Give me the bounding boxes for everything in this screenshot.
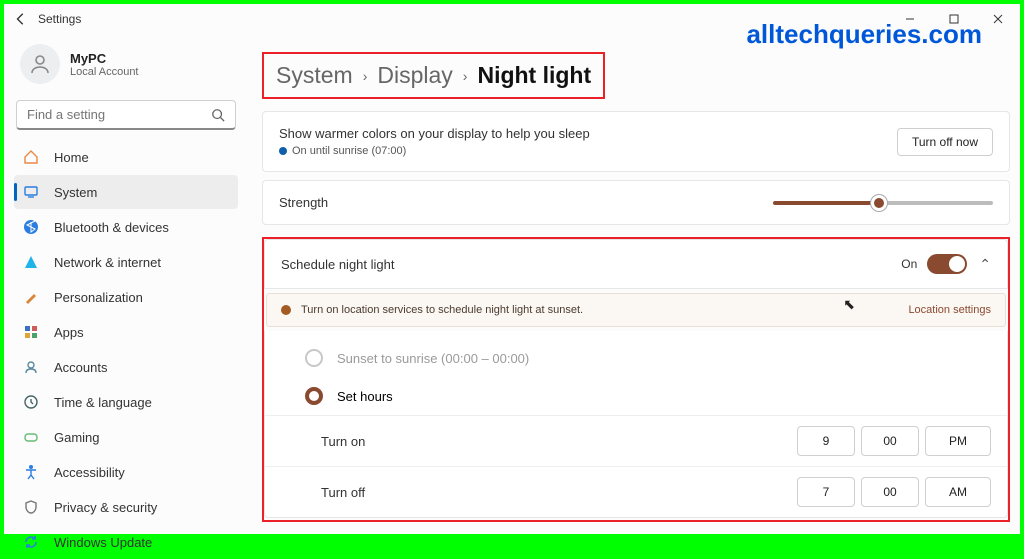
location-settings-link[interactable]: Location settings [908,304,991,316]
sidebar-item-apps[interactable]: Apps [14,315,238,349]
back-icon[interactable] [14,12,28,26]
watermark-brand: alltechqueries.com [746,19,982,50]
chevron-up-icon[interactable]: ⌃ [979,256,991,273]
radio-icon [305,349,323,367]
sidebar-item-label: Accessibility [54,465,125,480]
window-title: Settings [38,12,81,26]
radio-icon [305,387,323,405]
turn-on-minute[interactable]: 00 [861,426,919,456]
night-light-desc: Show warmer colors on your display to he… [279,126,897,141]
sidebar-item-home[interactable]: Home [14,140,238,174]
sidebar-item-label: Apps [54,325,84,340]
toggle-state-label: On [901,257,917,271]
turn-on-label: Turn on [321,434,791,449]
breadcrumb-mid[interactable]: Display [377,62,452,89]
time-icon [22,393,40,411]
breadcrumb-leaf: Night light [477,62,591,89]
bluetooth-icon [22,218,40,236]
chevron-right-icon: › [363,68,368,84]
turn-off-ampm[interactable]: AM [925,477,991,507]
sidebar-item-privacy[interactable]: Privacy & security [14,490,238,524]
turn-on-hour[interactable]: 9 [797,426,855,456]
update-icon [22,533,40,551]
sidebar-item-label: Personalization [54,290,143,305]
sidebar-item-gaming[interactable]: Gaming [14,420,238,454]
sidebar-item-label: Gaming [54,430,100,445]
sidebar-item-update[interactable]: Windows Update [14,525,238,559]
radio-sunset-label: Sunset to sunrise (00:00 – 00:00) [337,351,529,366]
slider-thumb[interactable] [871,195,887,211]
turn-off-minute[interactable]: 00 [861,477,919,507]
schedule-title: Schedule night light [281,257,901,272]
sidebar-item-network[interactable]: Network & internet [14,245,238,279]
banner-text: Turn on location services to schedule ni… [301,304,583,316]
sidebar-item-label: Privacy & security [54,500,157,515]
avatar-icon [20,44,60,84]
sidebar-item-accessibility[interactable]: Accessibility [14,455,238,489]
sidebar-item-label: Windows Update [54,535,152,550]
network-icon [22,253,40,271]
profile-block[interactable]: MyPC Local Account [14,34,238,96]
search-text-input[interactable] [27,107,211,122]
accessibility-icon [22,463,40,481]
chevron-right-icon: › [463,68,468,84]
breadcrumb-root[interactable]: System [276,62,353,89]
sidebar-item-time[interactable]: Time & language [14,385,238,419]
status-dot-icon [279,147,287,155]
sidebar-item-label: Bluetooth & devices [54,220,169,235]
turn-on-ampm[interactable]: PM [925,426,991,456]
strength-slider[interactable] [773,201,993,205]
warning-dot-icon [281,305,291,315]
profile-name: MyPC [70,51,139,66]
search-input[interactable] [16,100,236,130]
strength-label: Strength [279,195,636,210]
privacy-icon [22,498,40,516]
sidebar-item-label: Network & internet [54,255,161,270]
apps-icon [22,323,40,341]
cursor-icon: ⬉ [843,296,855,313]
radio-sethours-label: Set hours [337,389,393,404]
radio-set-hours[interactable]: Set hours [265,377,1007,415]
personalization-icon [22,288,40,306]
system-icon [22,183,40,201]
schedule-toggle[interactable] [927,254,967,274]
location-warning-banner: Turn on location services to schedule ni… [266,293,1006,327]
turn-off-label: Turn off [321,485,791,500]
sidebar-item-system[interactable]: System [14,175,238,209]
night-light-status: On until sunrise (07:00) [292,145,406,157]
sidebar-item-label: Accounts [54,360,107,375]
home-icon [22,148,40,166]
radio-sunset-to-sunrise: Sunset to sunrise (00:00 – 00:00) [265,339,1007,377]
accounts-icon [22,358,40,376]
sidebar-item-label: Home [54,150,89,165]
turn-off-hour[interactable]: 7 [797,477,855,507]
turn-off-now-button[interactable]: Turn off now [897,128,993,156]
sidebar-item-accounts[interactable]: Accounts [14,350,238,384]
close-button[interactable] [976,4,1020,34]
search-icon [211,108,225,122]
sidebar-item-personalization[interactable]: Personalization [14,280,238,314]
gaming-icon [22,428,40,446]
sidebar-item-bluetooth[interactable]: Bluetooth & devices [14,210,238,244]
profile-sub: Local Account [70,66,139,78]
sidebar-item-label: System [54,185,97,200]
sidebar-item-label: Time & language [54,395,152,410]
